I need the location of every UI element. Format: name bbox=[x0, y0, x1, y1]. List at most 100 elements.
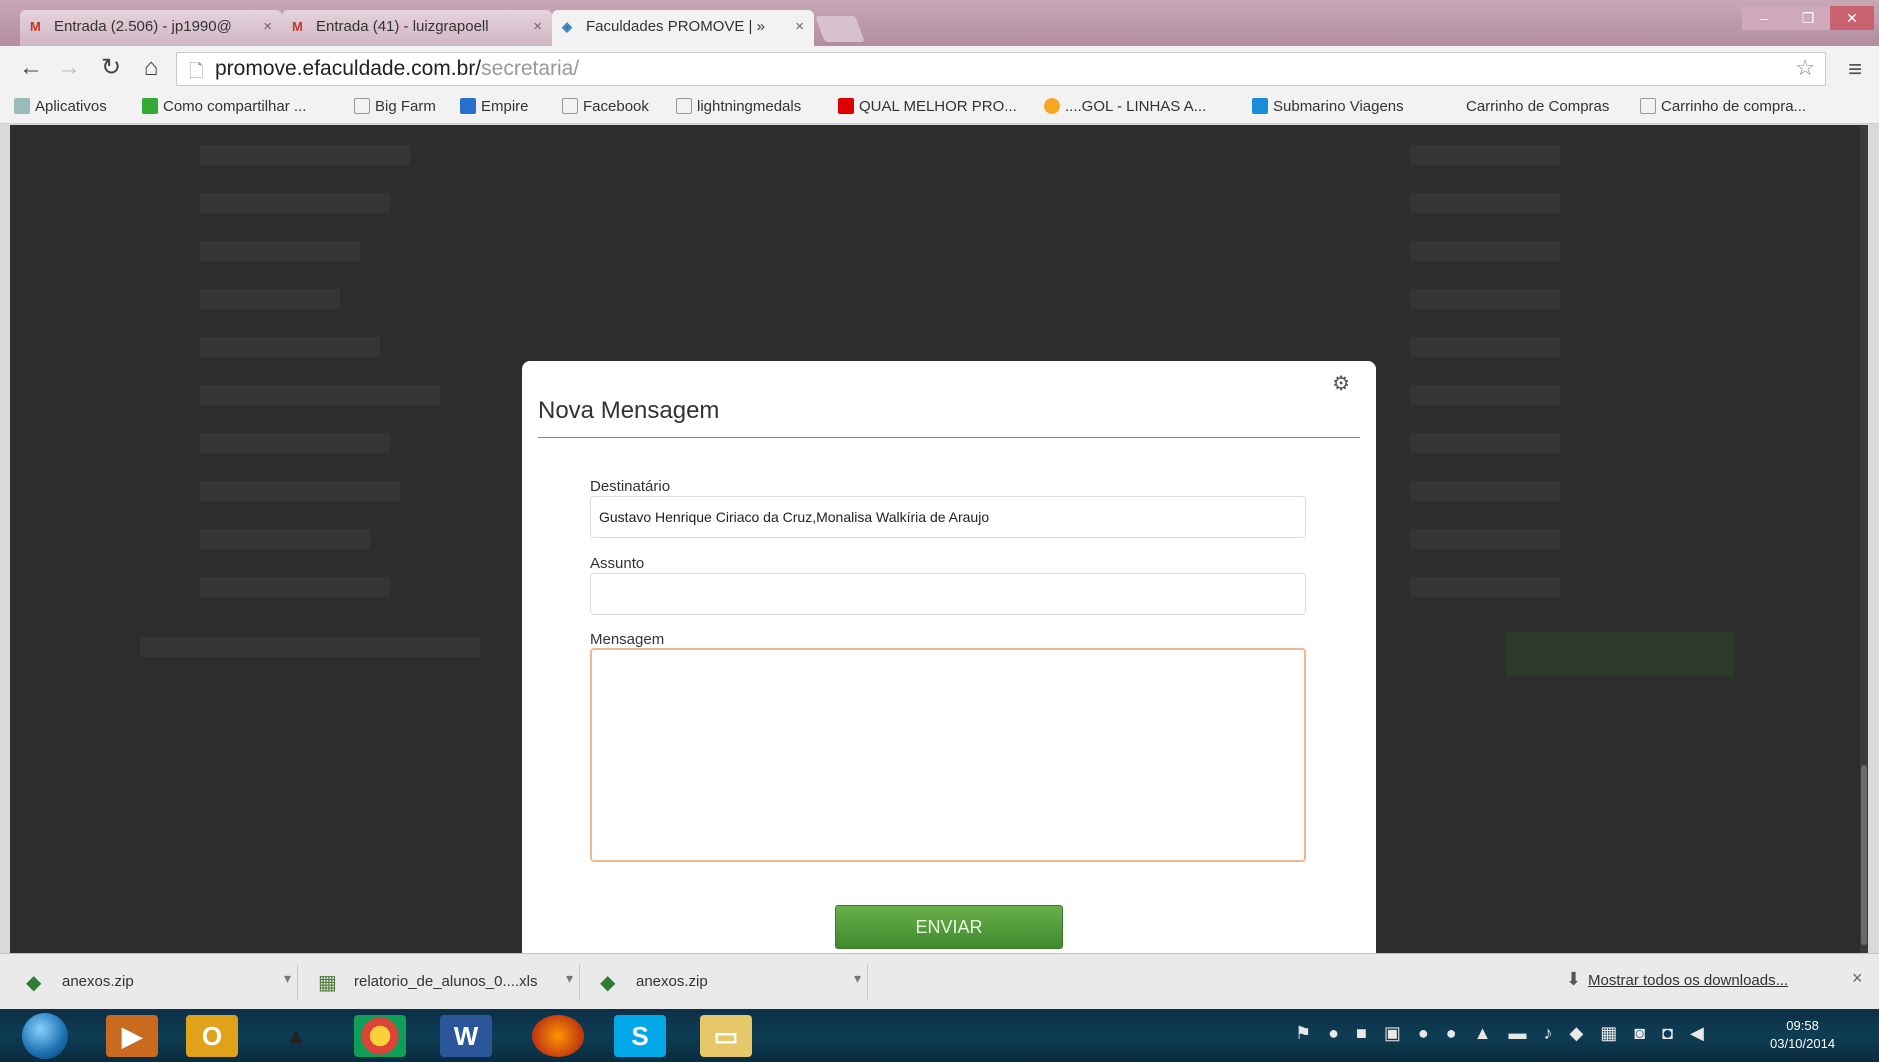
background-row bbox=[1410, 145, 1560, 165]
chevron-down-icon[interactable]: ▾ bbox=[284, 970, 291, 987]
spreadsheet-file-icon: ▦ bbox=[318, 972, 337, 994]
minimize-button[interactable]: – bbox=[1742, 6, 1786, 30]
background-row bbox=[1410, 577, 1560, 597]
download-item[interactable]: ◆ anexos.zip ▾ bbox=[8, 964, 298, 1000]
gol-icon bbox=[1044, 98, 1060, 114]
bookmark-label: Aplicativos bbox=[35, 98, 107, 115]
background-button bbox=[1506, 632, 1734, 676]
bookmark-item[interactable]: ....GOL - LINHAS A... bbox=[1044, 98, 1206, 115]
home-button[interactable]: ⌂ bbox=[136, 54, 166, 82]
recipient-input[interactable] bbox=[590, 496, 1306, 538]
subject-label: Assunto bbox=[590, 555, 645, 572]
word-icon[interactable]: W bbox=[440, 1015, 492, 1057]
bookmark-item[interactable]: lightningmedals bbox=[676, 98, 801, 115]
close-icon[interactable]: × bbox=[263, 18, 272, 35]
download-filename: relatorio_de_alunos_0....xls bbox=[354, 973, 538, 990]
background-row bbox=[200, 289, 340, 309]
bookmark-apps[interactable]: Aplicativos bbox=[14, 98, 107, 115]
page-icon bbox=[354, 98, 370, 114]
system-tray: ⚑ ● ■ ▣ ● ● ▲ ▬ ♪ ◆ ▦ ◙ ◘ ◀ bbox=[1295, 1023, 1710, 1043]
chevron-down-icon[interactable]: ▾ bbox=[566, 970, 573, 987]
page-scrollbar[interactable] bbox=[1860, 125, 1868, 953]
background-row bbox=[1410, 289, 1560, 309]
windows-taskbar: ▶ O ▲ W S ▭ ⚑ ● ■ ▣ ● ● ▲ ▬ ♪ ◆ ▦ ◙ ◘ ◀ … bbox=[0, 1009, 1879, 1062]
background-row bbox=[1410, 241, 1560, 261]
background-row bbox=[1410, 481, 1560, 501]
show-all-downloads-link[interactable]: Mostrar todos os downloads... bbox=[1588, 972, 1788, 989]
gmail-icon: M bbox=[30, 19, 41, 34]
new-tab-button[interactable] bbox=[815, 16, 865, 42]
maximize-button[interactable]: ❐ bbox=[1786, 6, 1830, 30]
skype-icon[interactable]: S bbox=[614, 1015, 666, 1057]
chrome-icon[interactable] bbox=[354, 1015, 406, 1057]
background-row bbox=[1410, 385, 1560, 405]
recipient-label: Destinatário bbox=[590, 478, 671, 495]
chevron-down-icon[interactable]: ▾ bbox=[854, 970, 861, 987]
download-item[interactable]: ◆ anexos.zip ▾ bbox=[582, 964, 868, 1000]
background-row bbox=[200, 241, 360, 261]
page-backdrop: ⚙ Nova Mensagem Destinatário Assunto Men… bbox=[10, 125, 1868, 953]
bookmark-item[interactable]: QUAL MELHOR PRO... bbox=[838, 98, 1017, 115]
close-icon[interactable]: × bbox=[533, 18, 542, 35]
forward-button[interactable]: → bbox=[54, 54, 84, 82]
download-item[interactable]: ▦ relatorio_de_alunos_0....xls ▾ bbox=[300, 964, 580, 1000]
download-arrow-icon: ⬇ bbox=[1566, 969, 1582, 989]
background-row bbox=[200, 481, 400, 501]
downloads-shelf: ◆ anexos.zip ▾ ▦ relatorio_de_alunos_0..… bbox=[0, 953, 1879, 1009]
tab-promove[interactable]: ◈ Faculdades PROMOVE | » × bbox=[552, 10, 814, 46]
reload-button[interactable]: ↻ bbox=[96, 54, 126, 82]
scrollbar-thumb[interactable] bbox=[1861, 765, 1867, 945]
background-row bbox=[200, 433, 390, 453]
bookmarks-bar: Aplicativos Como compartilhar ... Big Fa… bbox=[0, 92, 1879, 124]
tab-gmail-1[interactable]: M Entrada (2.506) - jp1990@ × bbox=[20, 10, 282, 46]
clock-time: 09:58 bbox=[1786, 1018, 1819, 1033]
bookmark-item[interactable]: Submarino Viagens bbox=[1252, 98, 1404, 115]
file-explorer-icon[interactable]: ▭ bbox=[700, 1015, 752, 1057]
address-bar[interactable]: 🗋 promove.efaculdade.com.br/secretaria/ … bbox=[176, 52, 1826, 86]
outlook-icon[interactable]: O bbox=[186, 1015, 238, 1057]
page-icon bbox=[562, 98, 578, 114]
new-message-modal: ⚙ Nova Mensagem Destinatário Assunto Men… bbox=[522, 361, 1376, 953]
bookmark-item[interactable]: Carrinho de compra... bbox=[1640, 98, 1806, 115]
bookmark-item[interactable]: Como compartilhar ... bbox=[142, 98, 306, 115]
empire-icon bbox=[460, 98, 476, 114]
bookmark-star-icon[interactable]: ☆ bbox=[1795, 55, 1815, 81]
bookmark-item[interactable]: Carrinho de Compras bbox=[1466, 98, 1609, 115]
modal-divider bbox=[538, 437, 1360, 438]
start-button[interactable] bbox=[22, 1013, 68, 1059]
bookmark-label: Empire bbox=[481, 98, 529, 115]
background-row bbox=[200, 385, 440, 405]
send-button[interactable]: ENVIAR bbox=[835, 905, 1063, 949]
clock[interactable]: 09:58 03/10/2014 bbox=[1770, 1017, 1835, 1053]
bookmark-item[interactable]: Big Farm bbox=[354, 98, 436, 115]
bookmark-label: QUAL MELHOR PRO... bbox=[859, 98, 1017, 115]
subject-input[interactable] bbox=[590, 573, 1306, 615]
bookmark-label: Como compartilhar ... bbox=[163, 98, 307, 115]
close-icon[interactable]: × bbox=[1852, 968, 1863, 989]
submarino-icon bbox=[1252, 98, 1268, 114]
background-row bbox=[1410, 193, 1560, 213]
bookmark-label: lightningmedals bbox=[697, 98, 802, 115]
message-textarea[interactable] bbox=[590, 648, 1306, 862]
site-favicon-icon: ◈ bbox=[562, 19, 572, 34]
tab-gmail-2[interactable]: M Entrada (41) - luizgrapoell × bbox=[282, 10, 552, 46]
app-icon[interactable]: ▲ bbox=[270, 1015, 322, 1057]
bookmark-item[interactable]: Empire bbox=[460, 98, 529, 115]
message-label: Mensagem bbox=[590, 631, 665, 648]
window-close-button[interactable]: ✕ bbox=[1830, 6, 1874, 30]
menu-icon[interactable]: ≡ bbox=[1848, 56, 1862, 84]
download-filename: anexos.zip bbox=[636, 973, 708, 990]
close-icon[interactable]: × bbox=[795, 18, 804, 35]
bookmark-label: Carrinho de compra... bbox=[1661, 98, 1807, 115]
page-icon bbox=[676, 98, 692, 114]
settings-gear-icon[interactable]: ⚙ bbox=[1332, 371, 1350, 396]
bookmark-label: ....GOL - LINHAS A... bbox=[1065, 98, 1207, 115]
tab-label: Entrada (2.506) - jp1990@ bbox=[54, 18, 232, 35]
firefox-icon[interactable] bbox=[532, 1015, 584, 1057]
tab-label: Entrada (41) - luizgrapoell bbox=[316, 18, 489, 35]
back-button[interactable]: ← bbox=[16, 54, 46, 82]
bookmark-item[interactable]: Facebook bbox=[562, 98, 649, 115]
media-player-icon[interactable]: ▶ bbox=[106, 1015, 158, 1057]
background-row bbox=[200, 145, 410, 165]
page-icon: 🗋 bbox=[189, 61, 204, 81]
